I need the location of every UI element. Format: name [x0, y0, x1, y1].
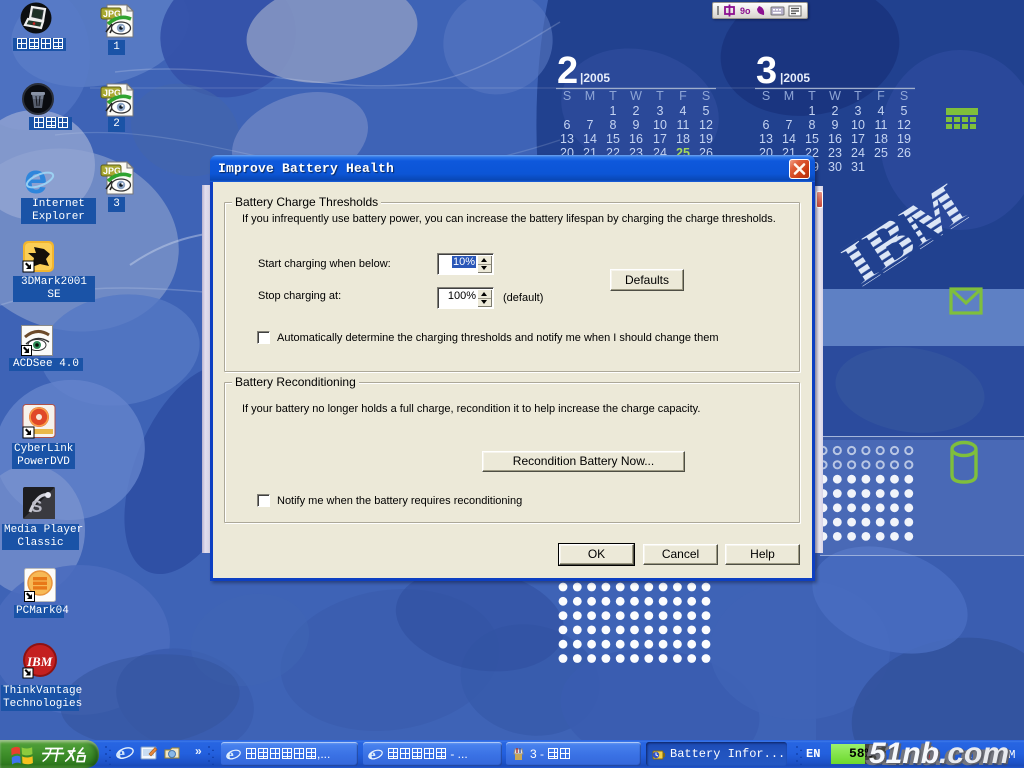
- svg-text:IBM: IBM: [26, 654, 53, 669]
- svg-text:e: e: [369, 747, 376, 762]
- svg-text:e: e: [227, 747, 234, 762]
- svg-text:e: e: [24, 160, 47, 198]
- svg-text:S: S: [31, 497, 42, 516]
- svg-text:9o: 9o: [740, 6, 751, 16]
